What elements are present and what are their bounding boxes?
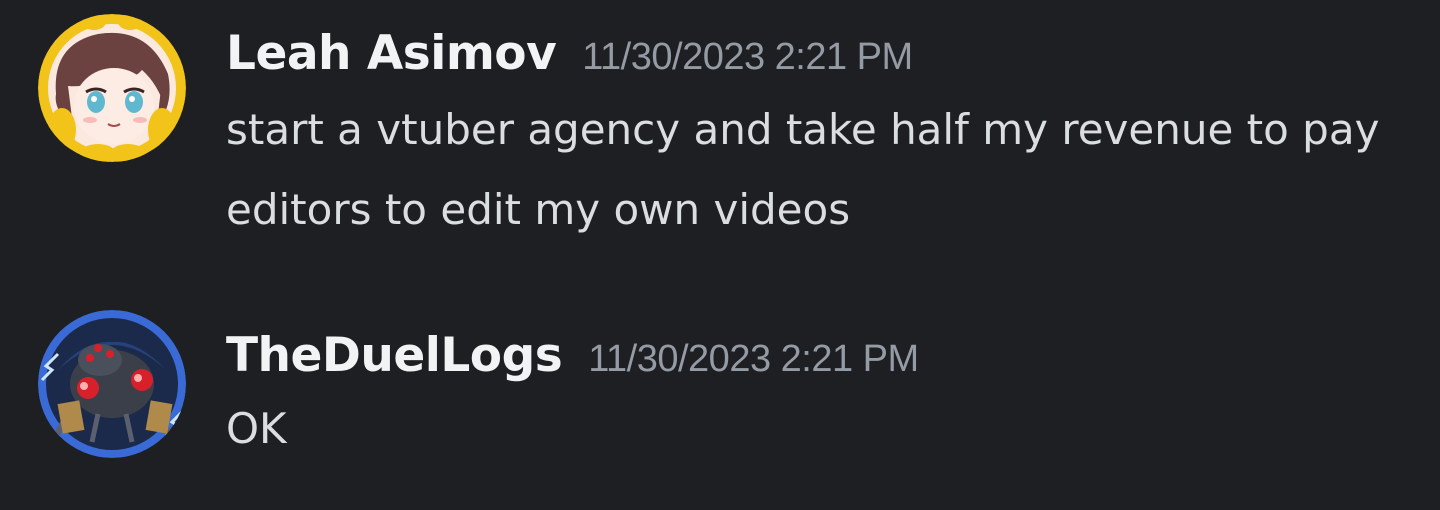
message-header: Leah Asimov 11/30/2023 2:21 PM — [226, 24, 913, 87]
timestamp[interactable]: 11/30/2023 2:21 PM — [588, 329, 919, 389]
spider-creature-avatar-icon[interactable] — [38, 310, 186, 458]
anime-girl-avatar-icon[interactable] — [38, 14, 186, 162]
message-item: TheDuelLogs 11/30/2023 2:21 PM OK — [0, 300, 1440, 500]
username[interactable]: Leah Asimov — [226, 24, 557, 84]
message-header: TheDuelLogs 11/30/2023 2:21 PM — [226, 326, 919, 389]
username[interactable]: TheDuelLogs — [226, 326, 563, 386]
message-content: OK — [226, 404, 287, 453]
timestamp[interactable]: 11/30/2023 2:21 PM — [582, 27, 913, 87]
chat-messages: Leah Asimov 11/30/2023 2:21 PM start a vt… — [0, 0, 1440, 510]
message-item: Leah Asimov 11/30/2023 2:21 PM start a vt… — [0, 0, 1440, 260]
message-content: start a vtuber agency and take half my r… — [226, 105, 1380, 234]
